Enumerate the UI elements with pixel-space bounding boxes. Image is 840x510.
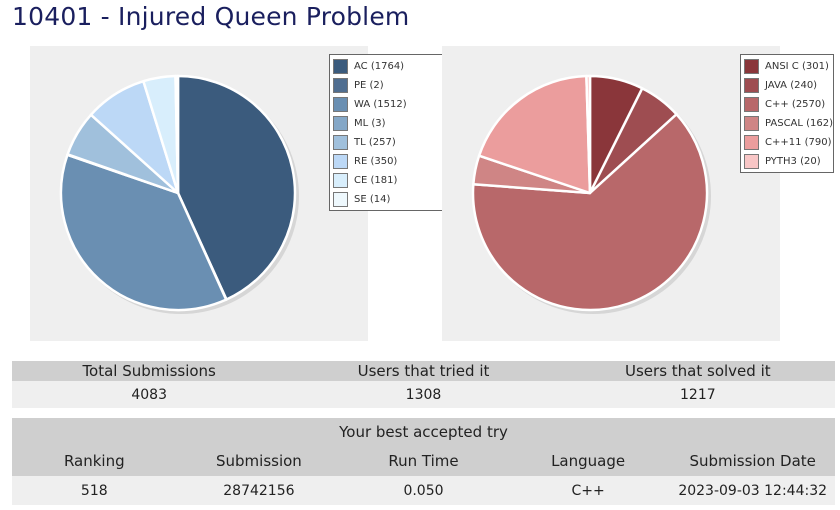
best-try-table: Your best accepted try Ranking Submissio… (12, 418, 835, 505)
language-value: C++ (505, 476, 671, 505)
language-legend-item-pascal: PASCAL (162) (744, 114, 834, 133)
language-legend-swatch (744, 154, 759, 169)
language-legend: ANSI C (301) JAVA (240) C++ (2570) PASCAL (… (740, 54, 834, 173)
language-legend-item-pyth3: PYTH3 (20) (744, 152, 830, 171)
verdict-legend-item-tl: TL (257) (333, 133, 443, 152)
verdict-legend-item-re: RE (350) (333, 152, 443, 171)
best-try-caption: Your best accepted try (12, 418, 835, 446)
verdict-legend-item-ac: AC (1764) (333, 57, 443, 76)
language-header: Language (505, 446, 671, 476)
language-legend-label: ANSI C (301) (765, 61, 829, 72)
language-legend-item-cpp11: C++11 (790) (744, 133, 832, 152)
statistics-table: Total Submissions Users that tried it Us… (12, 361, 835, 408)
verdict-legend-item-ml: ML (3) (333, 114, 443, 133)
language-legend-item-cpp: C++ (2570) (744, 95, 830, 114)
verdict-legend-label: WA (1512) (354, 99, 407, 110)
verdict-legend: AC (1764) PE (2) WA (1512) ML (3) TL (257) RE… (329, 54, 447, 211)
total-submissions-value: 4083 (12, 381, 287, 408)
verdict-legend-swatch (333, 173, 348, 188)
language-legend-label: JAVA (240) (765, 80, 818, 91)
language-legend-swatch (744, 116, 759, 131)
language-legend-swatch (744, 135, 759, 150)
verdict-legend-swatch (333, 97, 348, 112)
verdict-pie-chart (59, 74, 299, 314)
verdict-legend-swatch (333, 135, 348, 150)
submission-id-value[interactable]: 28742156 (176, 476, 342, 505)
language-chart-panel (442, 46, 780, 341)
users-solved-value: 1217 (560, 381, 835, 408)
verdict-legend-label: PE (2) (354, 80, 384, 91)
language-pie-chart (471, 74, 711, 314)
verdict-legend-swatch (333, 192, 348, 207)
language-legend-swatch (744, 59, 759, 74)
users-tried-header: Users that tried it (286, 361, 561, 381)
language-legend-item-ansi-c: ANSI C (301) (744, 57, 830, 76)
verdict-legend-label: ML (3) (354, 118, 386, 129)
ranking-value: 518 (12, 476, 177, 505)
verdict-legend-swatch (333, 59, 348, 74)
verdict-legend-label: SE (14) (354, 194, 391, 205)
submission-date-header: Submission Date (670, 446, 835, 476)
verdict-legend-label: AC (1764) (354, 61, 405, 72)
run-time-value: 0.050 (341, 476, 506, 505)
users-tried-value: 1308 (286, 381, 561, 408)
verdict-chart-panel (30, 46, 368, 341)
users-solved-header: Users that solved it (560, 361, 835, 381)
verdict-legend-swatch (333, 78, 348, 93)
language-legend-swatch (744, 78, 759, 93)
submission-date-value: 2023-09-03 12:44:32 (670, 476, 835, 505)
verdict-legend-label: TL (257) (354, 137, 396, 148)
language-legend-swatch (744, 97, 759, 112)
run-time-header: Run Time (341, 446, 506, 476)
verdict-legend-label: CE (181) (354, 175, 398, 186)
verdict-legend-item-se: SE (14) (333, 190, 443, 209)
verdict-legend-label: RE (350) (354, 156, 398, 167)
page-title: 10401 - Injured Queen Problem (12, 2, 410, 31)
language-legend-label: PASCAL (162) (765, 118, 834, 129)
verdict-legend-swatch (333, 116, 348, 131)
language-legend-item-java: JAVA (240) (744, 76, 830, 95)
language-legend-label: PYTH3 (20) (765, 156, 821, 167)
total-submissions-header: Total Submissions (12, 361, 287, 381)
language-legend-label: C++ (2570) (765, 99, 826, 110)
verdict-legend-item-pe: PE (2) (333, 76, 443, 95)
verdict-legend-item-wa: WA (1512) (333, 95, 443, 114)
verdict-legend-item-ce: CE (181) (333, 171, 443, 190)
ranking-header: Ranking (12, 446, 177, 476)
verdict-legend-swatch (333, 154, 348, 169)
language-legend-label: C++11 (790) (765, 137, 832, 148)
submission-header: Submission (176, 446, 342, 476)
